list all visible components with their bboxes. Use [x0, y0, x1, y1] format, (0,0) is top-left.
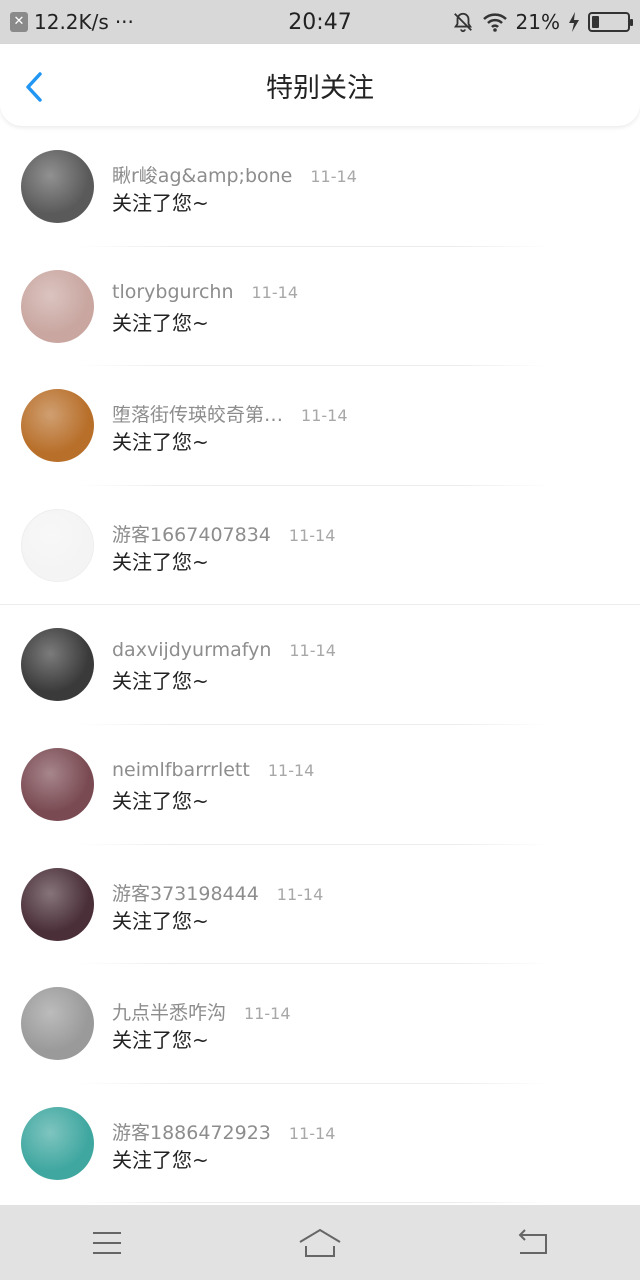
- notification-close-icon: ✕: [10, 12, 28, 32]
- item-message: 关注了您~: [112, 549, 209, 574]
- item-date: 11-14: [288, 1123, 336, 1143]
- more-indicator: ···: [114, 10, 134, 34]
- back-chevron-icon[interactable]: [18, 70, 52, 104]
- item-message: 关注了您~: [112, 310, 209, 335]
- charging-icon: [569, 12, 579, 32]
- avatar[interactable]: [21, 747, 94, 821]
- item-meta: 游客1667407834 11-14: [112, 520, 335, 547]
- wifi-icon: [482, 13, 507, 32]
- list-item[interactable]: daxvijdyurmafyn 11-14 关注了您~: [0, 605, 640, 725]
- system-nav-bar: [0, 1205, 640, 1280]
- item-message: 关注了您~: [112, 1028, 209, 1053]
- item-date: 11-14: [301, 406, 348, 426]
- list-item[interactable]: 九点半悉咋沟 11-14 关注了您~: [0, 964, 640, 1084]
- network-speed: 12.2K/s: [34, 10, 109, 34]
- divider: [80, 1202, 550, 1204]
- user-name[interactable]: tlorybgurchn: [112, 281, 234, 303]
- user-name[interactable]: 游客1667407834: [112, 520, 271, 547]
- home-icon: [299, 1228, 341, 1257]
- item-meta: 游客1886472923 11-14: [112, 1118, 335, 1145]
- list-item[interactable]: 堕落街传瑛皎奇第… 11-14 关注了您~: [0, 366, 640, 486]
- item-meta: 游客373198444 11-14: [112, 879, 323, 906]
- item-message: 关注了您~: [112, 788, 209, 813]
- list-item[interactable]: 游客1667407834 11-14 关注了您~: [0, 486, 640, 606]
- clock: 20:47: [288, 9, 352, 35]
- item-message: 关注了您~: [112, 430, 209, 455]
- battery-icon: [588, 12, 633, 32]
- follow-list: 瞅r峻ag&amp;bone 11-14 关注了您~ tlorybgurchn 11-1…: [0, 127, 640, 1205]
- item-date: 11-14: [288, 525, 336, 545]
- avatar[interactable]: [21, 389, 94, 463]
- item-date: 11-14: [276, 884, 324, 904]
- avatar[interactable]: [21, 269, 94, 343]
- list-item[interactable]: 游客1886472923 11-14 关注了您~: [0, 1084, 640, 1204]
- battery-level: [592, 16, 599, 28]
- avatar[interactable]: [21, 1106, 94, 1180]
- menu-button[interactable]: [77, 1223, 137, 1263]
- home-button[interactable]: [290, 1223, 350, 1263]
- avatar[interactable]: [21, 867, 94, 941]
- list-item[interactable]: 游客373198444 11-14 关注了您~: [0, 845, 640, 965]
- item-message: 关注了您~: [112, 1147, 209, 1172]
- item-message: 关注了您~: [112, 191, 209, 215]
- status-left: ✕ 12.2K/s ···: [10, 10, 240, 34]
- user-name[interactable]: 瞅r峻ag&amp;bone: [112, 161, 292, 188]
- user-name[interactable]: neimlfbarrrlett: [112, 759, 250, 781]
- item-date: 11-14: [310, 167, 357, 186]
- item-date: 11-14: [289, 641, 336, 661]
- list-item[interactable]: tlorybgurchn 11-14 关注了您~: [0, 247, 640, 367]
- header: 特别关注: [0, 44, 640, 126]
- battery-percent: 21%: [515, 10, 560, 34]
- item-meta: 堕落街传瑛皎奇第… 11-14: [112, 400, 348, 427]
- avatar[interactable]: [21, 150, 94, 223]
- list-item[interactable]: neimlfbarrrlett 11-14 关注了您~: [0, 725, 640, 845]
- list-item[interactable]: 瞅r峻ag&amp;bone 11-14 关注了您~: [0, 127, 640, 247]
- item-meta: 九点半悉咋沟 11-14: [112, 998, 291, 1025]
- item-date: 11-14: [267, 760, 315, 780]
- item-date: 11-14: [251, 282, 299, 302]
- item-message: 关注了您~: [112, 908, 209, 933]
- user-name[interactable]: daxvijdyurmafyn: [112, 639, 271, 661]
- status-right: 21%: [400, 10, 633, 34]
- user-name[interactable]: 九点半悉咋沟: [112, 998, 226, 1025]
- avatar[interactable]: [21, 987, 94, 1061]
- avatar[interactable]: [21, 508, 94, 582]
- menu-icon: [92, 1231, 121, 1254]
- item-message: 关注了您~: [112, 669, 209, 694]
- return-icon: [518, 1228, 548, 1254]
- item-meta: daxvijdyurmafyn 11-14: [112, 639, 336, 661]
- item-date: 11-14: [244, 1004, 291, 1024]
- user-name[interactable]: 堕落街传瑛皎奇第…: [112, 400, 283, 427]
- item-meta: neimlfbarrrlett 11-14: [112, 759, 314, 781]
- return-button[interactable]: [503, 1223, 563, 1263]
- page-title: 特别关注: [266, 72, 374, 104]
- user-name[interactable]: 游客373198444: [112, 879, 259, 906]
- avatar[interactable]: [21, 628, 94, 702]
- mute-bell-icon: [453, 12, 472, 33]
- item-meta: 瞅r峻ag&amp;bone 11-14: [112, 161, 357, 188]
- user-name[interactable]: 游客1886472923: [112, 1118, 271, 1145]
- item-meta: tlorybgurchn 11-14: [112, 281, 298, 303]
- status-bar: ✕ 12.2K/s ··· 20:47 21%: [0, 0, 640, 44]
